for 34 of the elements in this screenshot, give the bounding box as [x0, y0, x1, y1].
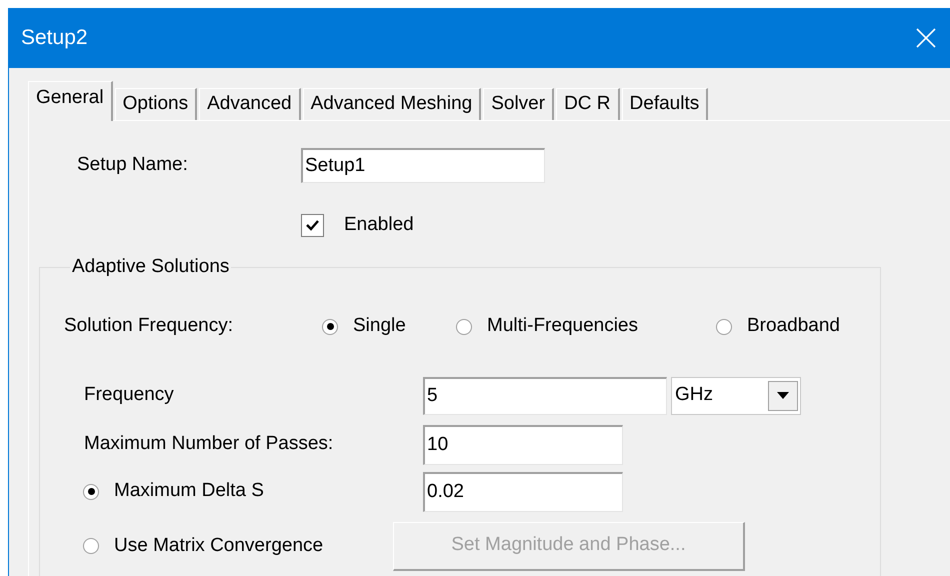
- radio-label: Multi-Frequencies: [487, 314, 638, 338]
- field-label: Maximum Number of Passes:: [84, 432, 334, 456]
- dropdown-arrow-button[interactable]: [768, 380, 798, 410]
- radio-button[interactable]: [456, 318, 472, 334]
- group-title: Adaptive Solutions: [71, 255, 230, 279]
- radio-label: Maximum Delta S: [114, 479, 264, 504]
- unit-dropdown[interactable]: GHz: [671, 376, 801, 414]
- tab[interactable]: Defaults: [622, 88, 708, 120]
- tab[interactable]: Advanced Meshing: [302, 88, 482, 120]
- max-passes-field[interactable]: 10: [423, 424, 623, 464]
- tab[interactable]: Advanced: [199, 88, 301, 120]
- check-icon: [306, 220, 319, 230]
- tab[interactable]: Options: [114, 88, 198, 120]
- window-title: Setup2: [21, 25, 88, 52]
- radio-button[interactable]: [83, 538, 99, 554]
- radio-button[interactable]: [322, 318, 338, 334]
- checkbox-label: Enabled: [344, 212, 414, 237]
- radio-label: Use Matrix Convergence: [114, 534, 324, 558]
- close-icon[interactable]: [916, 28, 936, 48]
- radio-button[interactable]: [83, 484, 99, 500]
- checkbox[interactable]: [301, 214, 324, 236]
- field-label: Solution Frequency:: [64, 314, 234, 338]
- field-label: Setup Name:: [76, 153, 189, 178]
- tab[interactable]: General: [28, 81, 113, 121]
- caret-icon: [777, 392, 789, 399]
- setup-name-field[interactable]: Setup1: [301, 148, 545, 183]
- radio-label: Broadband: [747, 314, 840, 338]
- frequency-field[interactable]: 5: [423, 376, 667, 414]
- radio-button[interactable]: [716, 318, 732, 334]
- tab[interactable]: DC R: [556, 88, 620, 120]
- tab[interactable]: Solver: [483, 88, 554, 120]
- field-label: Frequency: [84, 383, 175, 408]
- radio-label: Single: [353, 314, 406, 338]
- delta-s-field[interactable]: 0.02: [423, 472, 623, 512]
